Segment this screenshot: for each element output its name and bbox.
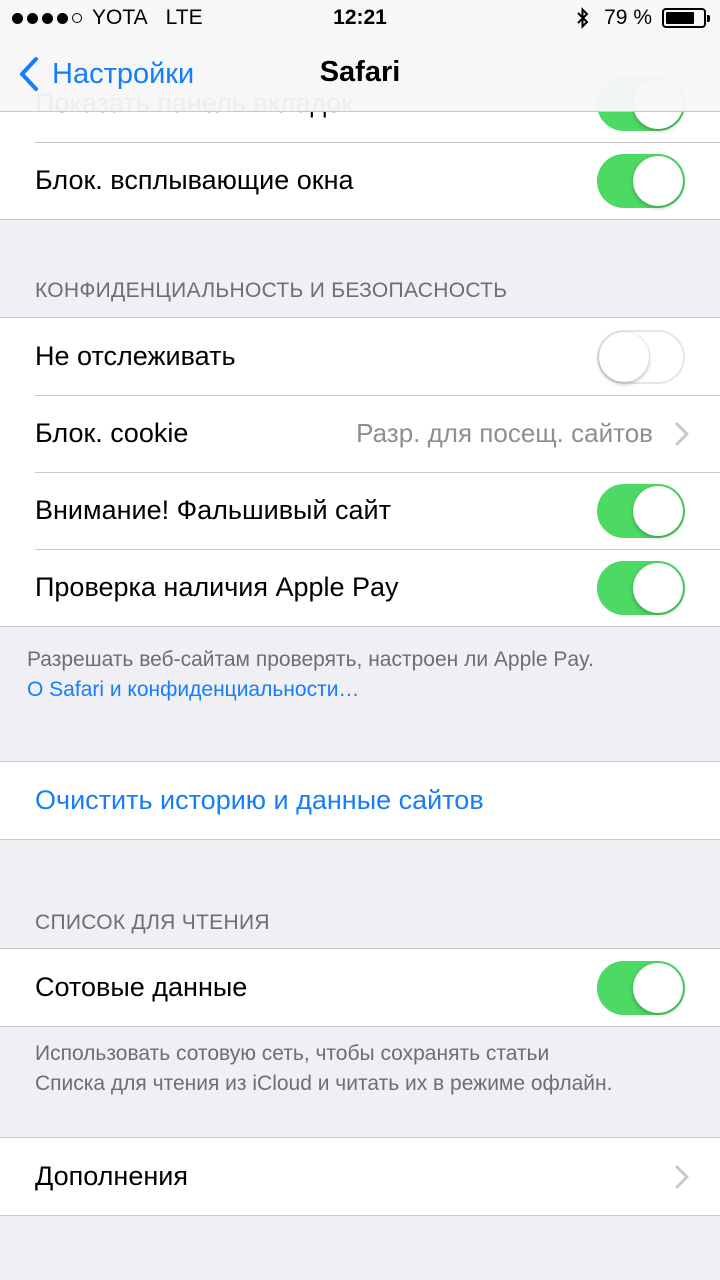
page-title: Safari — [319, 56, 401, 88]
privacy-group: Не отслеживать Блок. cookie Разр. для по… — [0, 317, 720, 627]
block-cookies-row[interactable]: Блок. cookie Разр. для посещ. сайтов — [0, 395, 720, 472]
apple-pay-check-label: Проверка наличия Apple Pay — [35, 572, 399, 602]
reading-list-group: Сотовые данные — [0, 948, 720, 1027]
reading-list-footer: Использовать сотовую сеть, чтобы сохраня… — [35, 1039, 612, 1099]
apple-pay-check-toggle[interactable] — [597, 560, 685, 615]
battery-percent: 79 % — [604, 6, 652, 29]
do-not-track-toggle[interactable] — [597, 329, 685, 384]
privacy-footer: Разрешать веб-сайтам проверять, настроен… — [27, 645, 594, 705]
privacy-about-link[interactable]: О Safari и конфиденциальности… — [27, 675, 594, 705]
apple-pay-check-row: Проверка наличия Apple Pay — [0, 549, 720, 626]
clear-history-button[interactable]: Очистить историю и данные сайтов — [0, 762, 720, 839]
reading-list-footer-line2: Списка для чтения из iCloud и читать их … — [35, 1072, 613, 1095]
privacy-section-header: КОНФИДЕНЦИАЛЬНОСТЬ И БЕЗОПАСНОСТЬ — [35, 279, 508, 302]
block-cookies-value: Разр. для посещ. сайтов — [356, 418, 653, 448]
fraud-warning-toggle[interactable] — [597, 483, 685, 538]
advanced-label: Дополнения — [35, 1161, 188, 1191]
chevron-right-icon — [675, 1165, 689, 1188]
advanced-row[interactable]: Дополнения — [0, 1138, 720, 1215]
reading-list-footer-line1: Использовать сотовую сеть, чтобы сохраня… — [35, 1042, 550, 1065]
reading-list-section-header: СПИСОК ДЛЯ ЧТЕНИЯ — [35, 911, 270, 934]
battery-icon — [662, 8, 710, 28]
privacy-footer-text: Разрешать веб-сайтам проверять, настроен… — [27, 648, 594, 671]
top-bar: YOTA LTE 12:21 79 % Настройки Safari — [0, 0, 720, 112]
status-right: 79 % — [576, 6, 710, 30]
fraud-warning-label: Внимание! Фальшивый сайт — [35, 495, 391, 525]
block-cookies-label: Блок. cookie — [35, 418, 189, 448]
block-popups-row: Блок. всплывающие окна — [0, 142, 720, 219]
clear-history-group: Очистить историю и данные сайтов — [0, 761, 720, 840]
do-not-track-row: Не отслеживать — [0, 318, 720, 395]
cellular-data-label: Сотовые данные — [35, 972, 248, 1002]
advanced-group: Дополнения — [0, 1137, 720, 1216]
cellular-data-toggle[interactable] — [597, 960, 685, 1015]
block-popups-label: Блок. всплывающие окна — [35, 165, 354, 195]
fraud-warning-row: Внимание! Фальшивый сайт — [0, 472, 720, 549]
clear-history-label: Очистить историю и данные сайтов — [35, 785, 484, 815]
bluetooth-icon — [577, 7, 589, 29]
do-not-track-label: Не отслеживать — [35, 341, 236, 371]
chevron-right-icon — [675, 422, 689, 445]
block-popups-toggle[interactable] — [597, 153, 685, 208]
cellular-data-row: Сотовые данные — [0, 949, 720, 1026]
